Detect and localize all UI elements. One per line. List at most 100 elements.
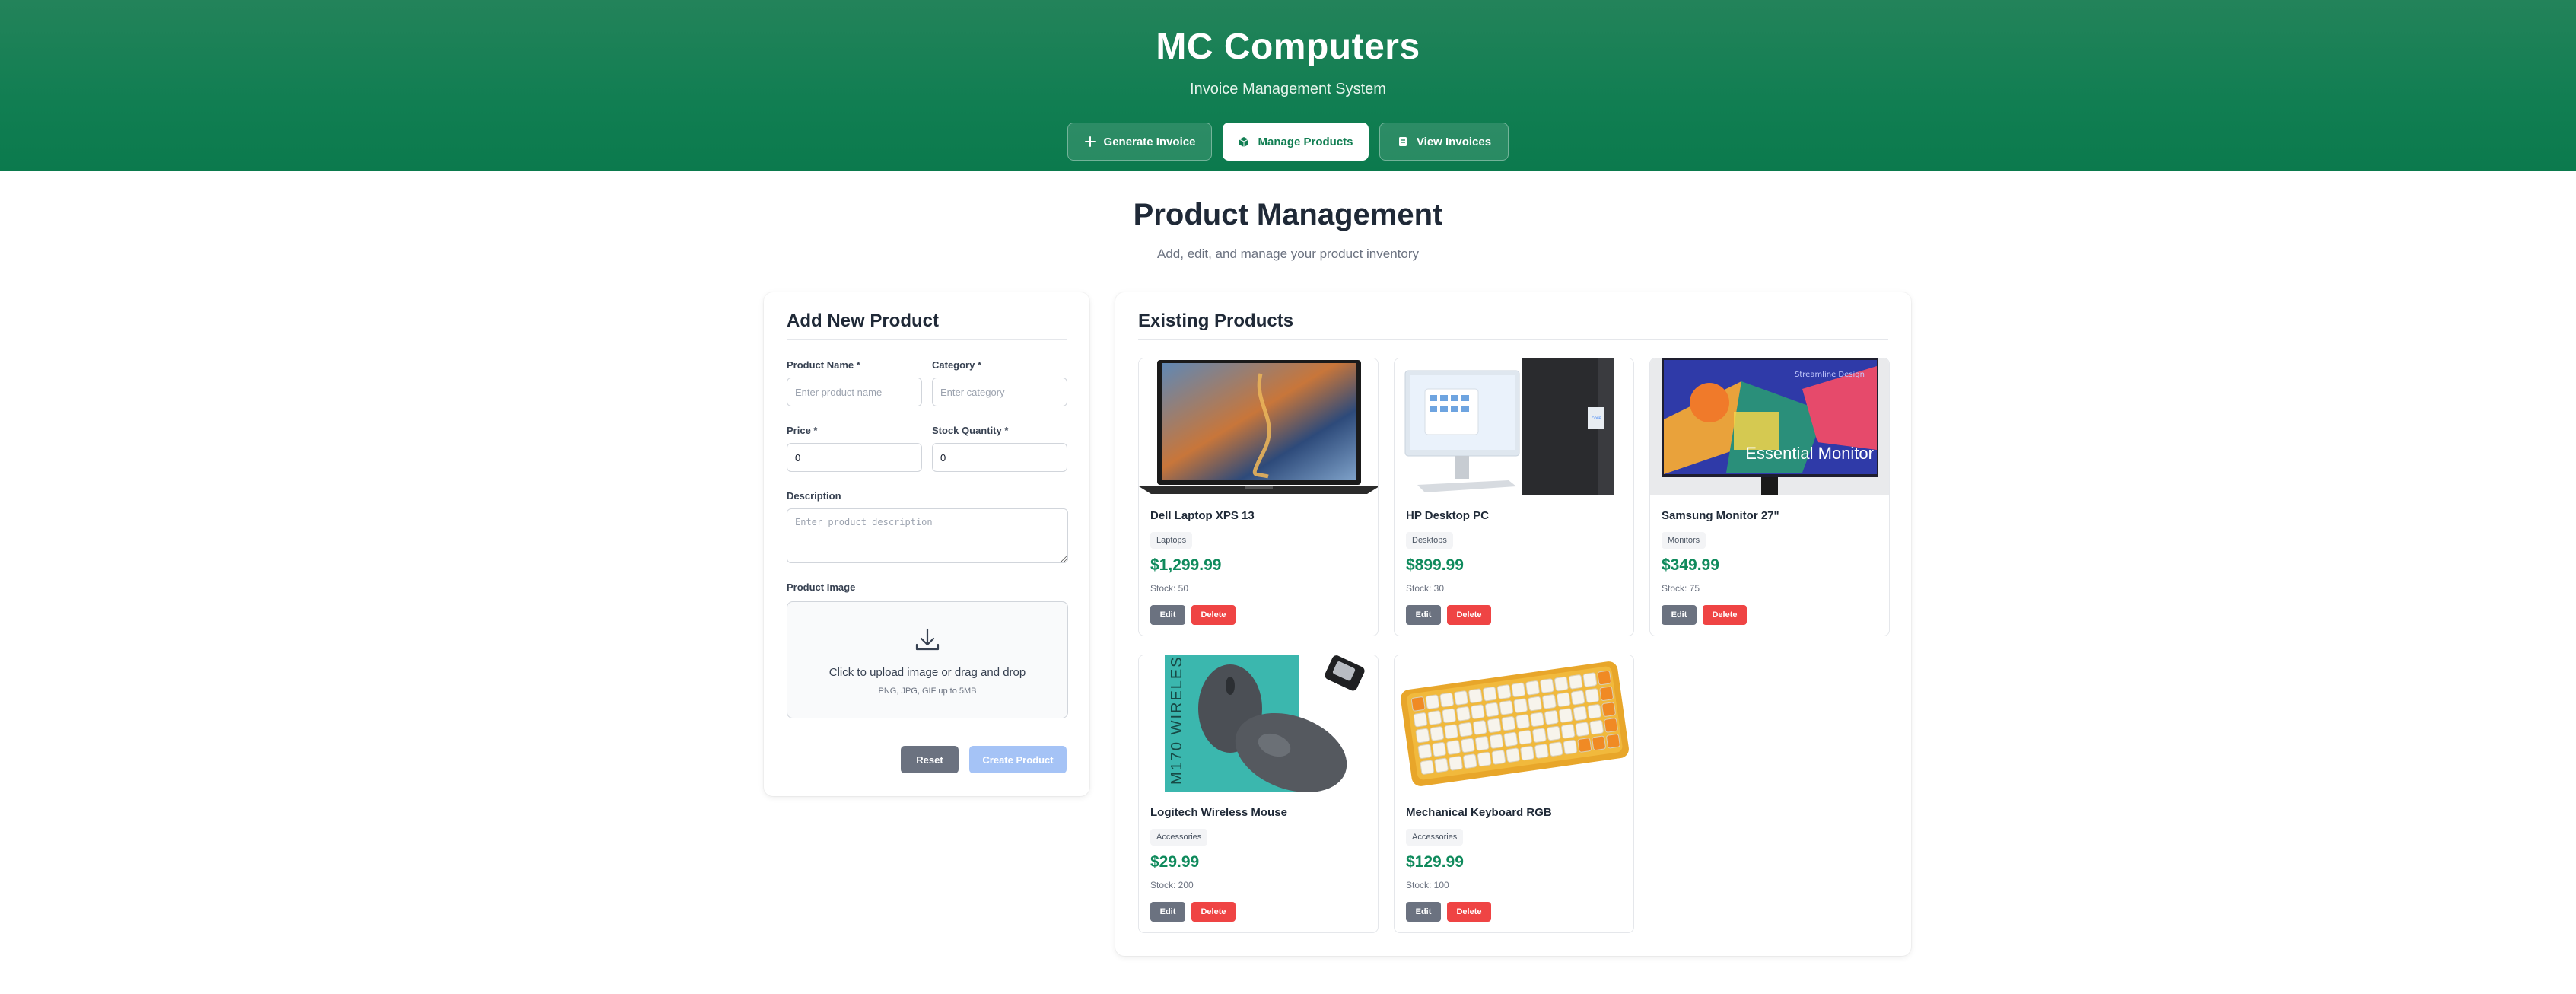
keycap [1489,734,1504,749]
keycap [1532,728,1547,743]
keycap [1487,718,1502,733]
keyboard-image [1401,661,1629,786]
description-textarea[interactable] [787,508,1068,563]
existing-products-card: Existing Products Dell Laptop XPS 13 Lap… [1115,292,1911,956]
create-product-button[interactable]: Create Product [969,746,1067,773]
keycap [1432,742,1446,757]
keycap [1560,724,1576,739]
upload-hint: PNG, JPG, GIF up to 5MB [878,687,977,696]
product-stock: Stock: 100 [1406,880,1449,890]
nav-generate-invoice-button[interactable]: Generate Invoice [1067,123,1212,161]
keycap [1570,690,1585,706]
keycap [1496,684,1512,699]
keycap [1420,760,1435,775]
keycap [1442,708,1456,724]
keycap [1518,730,1532,745]
keycap [1575,722,1590,737]
category-input[interactable] [932,378,1067,406]
main-nav: Generate Invoice Manage Products View In… [0,123,2576,161]
keycap [1454,690,1468,706]
category-label: Category * [932,359,982,371]
app-header: MC Computers Invoice Management System G… [0,0,2576,171]
keycap [1601,702,1616,717]
keycap [1463,753,1477,769]
delete-button[interactable]: Delete [1447,902,1491,922]
description-label: Description [787,490,841,502]
page-title: Product Management [1133,198,1443,231]
keycap [1525,680,1540,696]
keycap [1604,718,1618,733]
laptop-image [1139,360,1378,494]
brand-tagline: Invoice Management System [1190,81,1386,97]
keycap [1503,731,1519,747]
product-card: Streamline Design Essential Monitor Sams… [1649,358,1890,636]
monitor-small-text: Streamline Design [1795,371,1865,379]
product-card: M170 WIRELESS Logitech Wireless Mouse Ac… [1138,655,1379,933]
keycap [1425,694,1440,709]
brand-title: MC Computers [1156,27,1420,67]
nav-label: Generate Invoice [1103,135,1196,148]
keycap [1471,704,1485,719]
keycap [1482,687,1497,702]
product-price: $899.99 [1406,556,1464,574]
nav-label: View Invoices [1416,135,1492,148]
keycap [1573,706,1588,722]
product-name: Dell Laptop XPS 13 [1150,509,1255,522]
keycap [1563,739,1578,755]
page-subtitle: Add, edit, and manage your product inven… [1157,247,1419,261]
edit-button[interactable]: Edit [1150,605,1185,625]
stock-quantity-label: Stock Quantity * [932,425,1009,436]
price-label: Price * [787,425,818,436]
stock-quantity-input[interactable] [932,443,1067,472]
keycap [1597,670,1611,686]
keycap [1520,745,1534,761]
nav-manage-products-button[interactable]: Manage Products [1223,123,1369,161]
price-input[interactable] [787,443,922,472]
keycap [1585,688,1600,703]
mouse-box-text: M170 WIRELESS [1169,655,1185,785]
edit-button[interactable]: Edit [1406,605,1441,625]
product-image: M170 WIRELESS [1139,655,1378,792]
keycap [1515,714,1530,729]
divider [787,339,1067,340]
mouse-image: M170 WIRELESS [1165,655,1365,792]
keycap [1468,688,1483,703]
delete-button[interactable]: Delete [1447,605,1491,625]
keycap [1474,736,1490,751]
keycap [1528,696,1542,712]
delete-button[interactable]: Delete [1191,605,1236,625]
keycap [1415,728,1430,744]
nav-view-invoices-button[interactable]: View Invoices [1379,123,1509,161]
keycap [1582,672,1598,687]
image-upload-dropzone[interactable]: Click to upload image or drag and drop P… [787,601,1068,718]
product-name-label: Product Name * [787,359,860,371]
keycap [1589,719,1604,735]
keycap [1542,694,1557,709]
product-name-input[interactable] [787,378,922,406]
add-product-card: Add New Product Product Name * Category … [764,292,1089,796]
product-name: Mechanical Keyboard RGB [1406,806,1552,819]
product-name: HP Desktop PC [1406,509,1489,522]
edit-button[interactable]: Edit [1662,605,1697,625]
keycap [1577,738,1592,753]
keycap [1568,674,1583,690]
delete-button[interactable]: Delete [1703,605,1747,625]
edit-button[interactable]: Edit [1406,902,1441,922]
keycap [1434,757,1449,773]
keycap [1446,740,1461,755]
divider [1138,339,1888,340]
product-card: Mechanical Keyboard RGB Accessories $129… [1394,655,1634,933]
keycap [1410,696,1426,712]
keycap [1458,722,1473,738]
monitor-screen-text: Essential Monitor [1745,444,1874,463]
product-price: $29.99 [1150,853,1200,871]
product-price: $1,299.99 [1150,556,1222,574]
keycap [1599,686,1614,701]
keycap [1540,678,1554,693]
products-title: Existing Products [1138,311,1294,331]
product-name: Samsung Monitor 27" [1662,509,1779,522]
delete-button[interactable]: Delete [1191,902,1236,922]
category-badge: Accessories [1406,829,1464,846]
reset-button[interactable]: Reset [901,746,959,773]
edit-button[interactable]: Edit [1150,902,1185,922]
